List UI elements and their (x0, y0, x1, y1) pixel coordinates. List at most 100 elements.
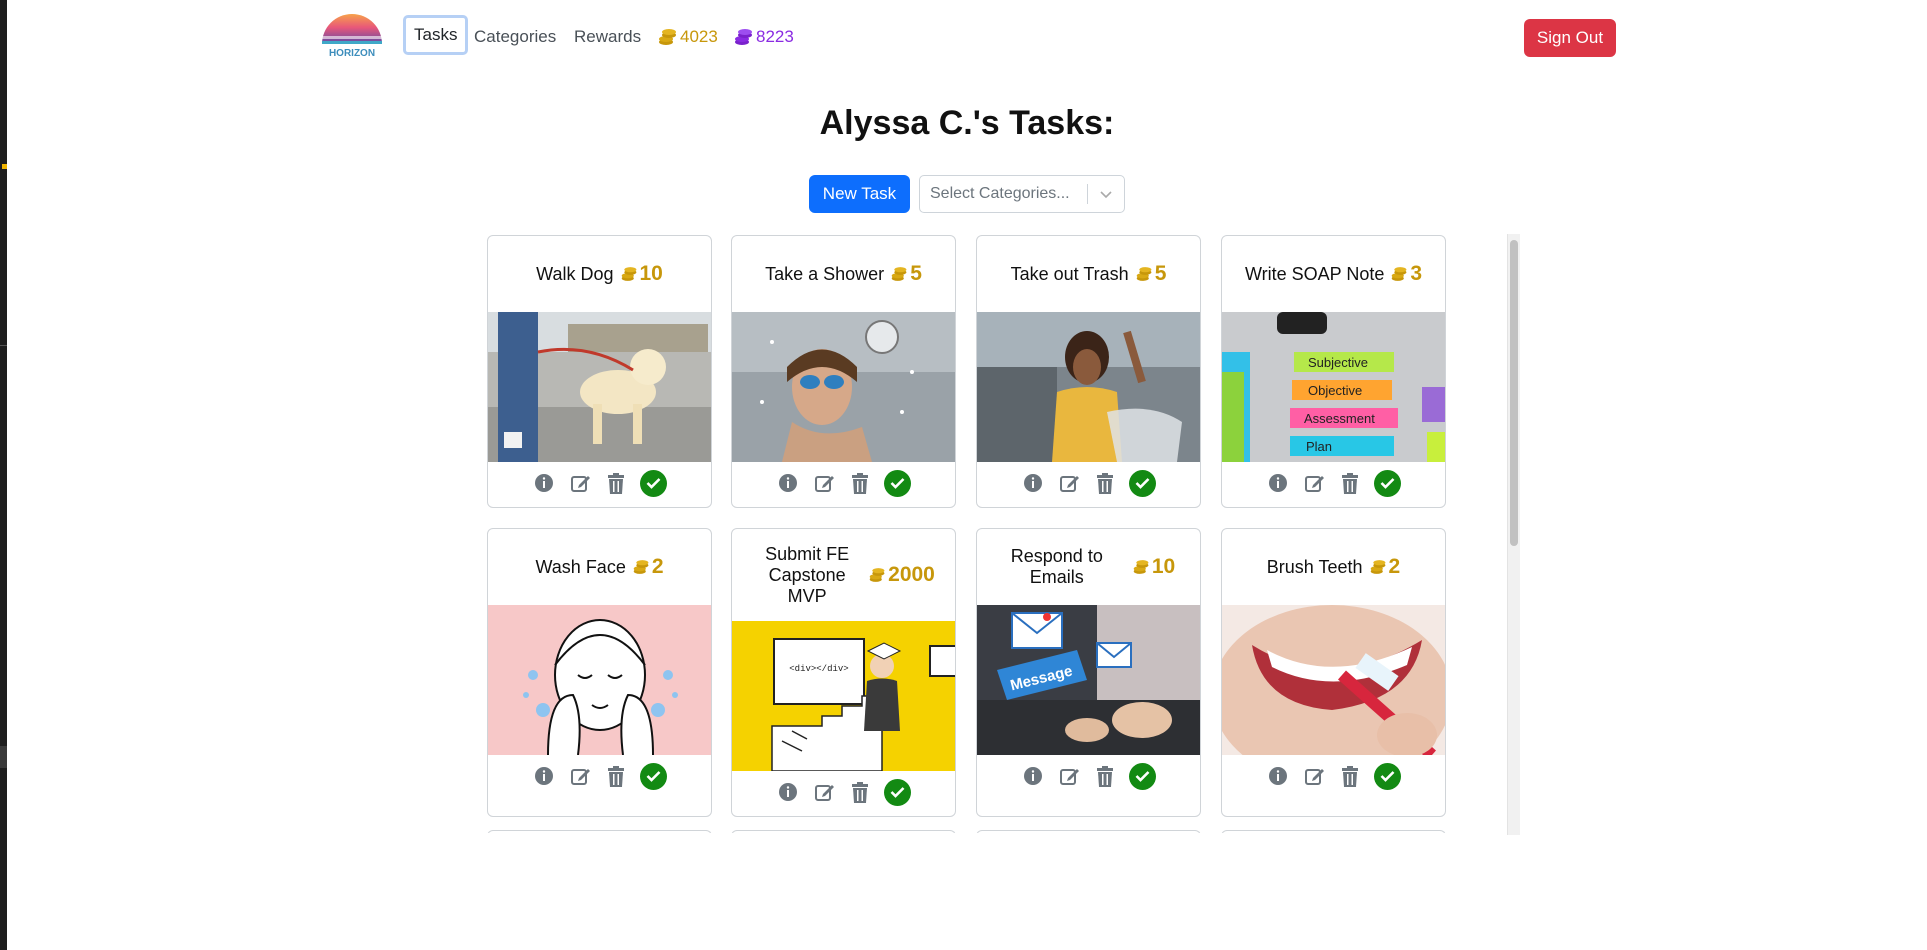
trash-icon[interactable] (1093, 764, 1117, 788)
edit-icon[interactable] (1302, 471, 1326, 495)
task-card-header: Wash Face 2 (488, 529, 711, 605)
complete-task-button[interactable] (1374, 469, 1401, 497)
scrollbar-thumb[interactable] (1510, 240, 1518, 546)
complete-task-button[interactable] (640, 469, 667, 497)
task-card: Brush Teeth 2 (1221, 528, 1446, 817)
info-icon[interactable] (776, 471, 800, 495)
trash-icon[interactable] (604, 764, 628, 788)
gold-coin-count: 4023 (680, 27, 718, 46)
task-card: Take out Trash 5 (976, 235, 1201, 508)
edit-icon[interactable] (1057, 764, 1081, 788)
task-actions (732, 771, 955, 813)
task-card: Walk Dog 10 (487, 235, 712, 508)
task-points: 10 (620, 262, 663, 286)
task-card-header: Take out Trash 5 (977, 236, 1200, 312)
coins-icon (1133, 560, 1149, 574)
task-points: 10 (1132, 555, 1175, 579)
toothbrush-photo (1222, 605, 1445, 755)
info-icon[interactable] (1266, 764, 1290, 788)
complete-task-button[interactable] (640, 762, 667, 790)
task-title: Wash Face (535, 556, 626, 577)
complete-task-button[interactable] (1374, 762, 1401, 790)
task-card-header: Respond to Emails 10 (977, 529, 1200, 605)
task-points-value: 2 (1388, 555, 1401, 578)
task-grid-scrollbar[interactable] (1507, 234, 1520, 835)
edit-icon[interactable] (1302, 764, 1326, 788)
edit-icon[interactable] (812, 471, 836, 495)
task-card (731, 830, 956, 833)
info-icon[interactable] (532, 764, 556, 788)
task-card-header: Walk Dog 10 (488, 236, 711, 312)
task-card (1221, 830, 1446, 833)
task-points: 2 (632, 555, 664, 579)
soap-note-photo: Subjective Objective Assessment Plan (1222, 312, 1445, 462)
edit-icon[interactable] (812, 780, 836, 804)
nav-tasks-link[interactable]: Tasks (403, 15, 469, 55)
task-actions (732, 462, 955, 504)
chevron-down-icon[interactable] (1088, 186, 1124, 202)
info-icon[interactable] (1021, 764, 1045, 788)
task-title: Submit FE Capstone MVP (765, 543, 850, 606)
complete-task-button[interactable] (884, 469, 911, 497)
edit-icon[interactable] (1057, 471, 1081, 495)
edge-marker (2, 164, 7, 169)
task-actions (977, 462, 1200, 504)
complete-task-button[interactable] (884, 778, 911, 806)
task-points: 5 (890, 262, 922, 286)
task-title: Write SOAP Note (1244, 263, 1385, 284)
task-points-value: 10 (639, 262, 663, 285)
email-photo: Message (977, 605, 1200, 755)
purple-coin-count: 8223 (756, 27, 794, 46)
edit-icon[interactable] (568, 764, 592, 788)
info-icon[interactable] (1021, 471, 1045, 495)
trash-icon[interactable] (604, 471, 628, 495)
info-icon[interactable] (532, 471, 556, 495)
edge-marker (0, 345, 7, 346)
task-card (487, 830, 712, 833)
trash-icon[interactable] (1338, 764, 1362, 788)
edit-icon[interactable] (568, 471, 592, 495)
trash-icon[interactable] (1338, 471, 1362, 495)
info-icon[interactable] (776, 780, 800, 804)
code-text: <div></div> (789, 664, 848, 674)
task-card: Respond to Emails 10 Message (976, 528, 1201, 817)
task-points-value: 5 (1154, 262, 1167, 285)
coins-icon (1392, 267, 1407, 281)
info-icon[interactable] (1266, 471, 1290, 495)
svg-text:HORIZON: HORIZON (329, 48, 375, 59)
task-title: Take a Shower (765, 263, 885, 284)
capstone-illustration: <div></div> (732, 621, 955, 771)
sign-out-button[interactable]: Sign Out (1524, 19, 1616, 57)
task-card-header: Brush Teeth 2 (1222, 529, 1445, 605)
task-points: 5 (1135, 262, 1167, 286)
task-title: Take out Trash (1010, 263, 1129, 284)
edge-marker (0, 746, 7, 768)
task-points: 2000 (868, 563, 935, 587)
task-points-value: 2 (651, 555, 664, 578)
task-points-value: 10 (1151, 555, 1176, 578)
note-objective: Objective (1308, 383, 1362, 398)
trash-icon[interactable] (848, 780, 872, 804)
new-task-button[interactable]: New Task (809, 175, 910, 213)
task-card (976, 830, 1201, 833)
nav-rewards-link[interactable]: Rewards (574, 27, 641, 47)
task-actions (977, 755, 1200, 797)
gold-coin-balance: 4023 (657, 27, 718, 47)
trash-icon[interactable] (1093, 471, 1117, 495)
gold-coins-icon (659, 29, 676, 45)
complete-task-button[interactable] (1129, 469, 1156, 497)
task-points-value: 2000 (888, 563, 935, 586)
nav-categories-link[interactable]: Categories (474, 27, 556, 47)
horizon-logo[interactable]: HORIZON (320, 14, 384, 60)
task-actions (488, 755, 711, 797)
category-select[interactable]: Select Categories... (919, 175, 1125, 213)
trash-icon[interactable] (848, 471, 872, 495)
task-points: 3 (1390, 262, 1422, 286)
complete-task-button[interactable] (1129, 762, 1156, 790)
navbar: HORIZON Tasks Categories Rewards 4023 82… (0, 0, 1927, 76)
task-points: 2 (1369, 555, 1401, 579)
task-title: Brush Teeth (1266, 556, 1363, 577)
trash-photo (977, 312, 1200, 462)
note-subjective: Subjective (1308, 355, 1368, 370)
task-grid: Walk Dog 10 Take a Shower 5 Take out Tra… (482, 232, 1518, 833)
